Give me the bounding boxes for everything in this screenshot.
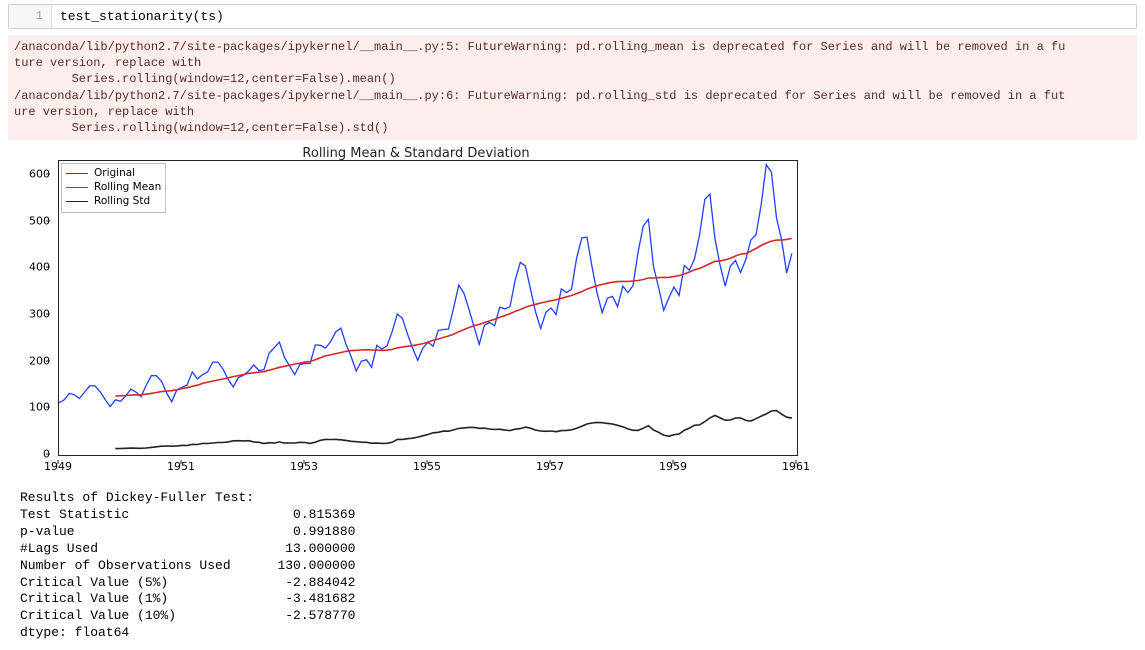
legend-swatch [66, 187, 88, 188]
x-axis-labels: 1949195119531955195719591961 [58, 456, 798, 476]
legend-entry: Rolling Mean [66, 180, 161, 194]
y-axis-labels: 0100200300400500600 [20, 160, 54, 456]
plot-svg [59, 161, 797, 455]
prompt-gutter: 1 [9, 5, 52, 28]
chart-figure: Rolling Mean & Standard Deviation 010020… [20, 146, 812, 486]
adf-results: Results of Dickey-Fuller Test: Test Stat… [20, 490, 1145, 642]
code-input[interactable]: test_stationarity(ts) [52, 5, 1136, 28]
legend-swatch [66, 201, 88, 202]
plot-area: OriginalRolling MeanRolling Std [58, 160, 798, 456]
chart-legend: OriginalRolling MeanRolling Std [61, 163, 166, 213]
legend-entry: Rolling Std [66, 194, 161, 208]
legend-label: Original [94, 166, 135, 180]
chart-title: Rolling Mean & Standard Deviation [20, 146, 812, 161]
legend-entry: Original [66, 166, 161, 180]
code-cell[interactable]: 1 test_stationarity(ts) [8, 4, 1137, 29]
legend-swatch [66, 173, 88, 174]
stderr-warning: /anaconda/lib/python2.7/site-packages/ip… [8, 35, 1137, 140]
prompt-number: 1 [36, 9, 43, 23]
series-line [115, 411, 792, 449]
series-line [59, 165, 792, 407]
series-line [115, 239, 792, 397]
legend-label: Rolling Std [94, 194, 150, 208]
legend-label: Rolling Mean [94, 180, 161, 194]
